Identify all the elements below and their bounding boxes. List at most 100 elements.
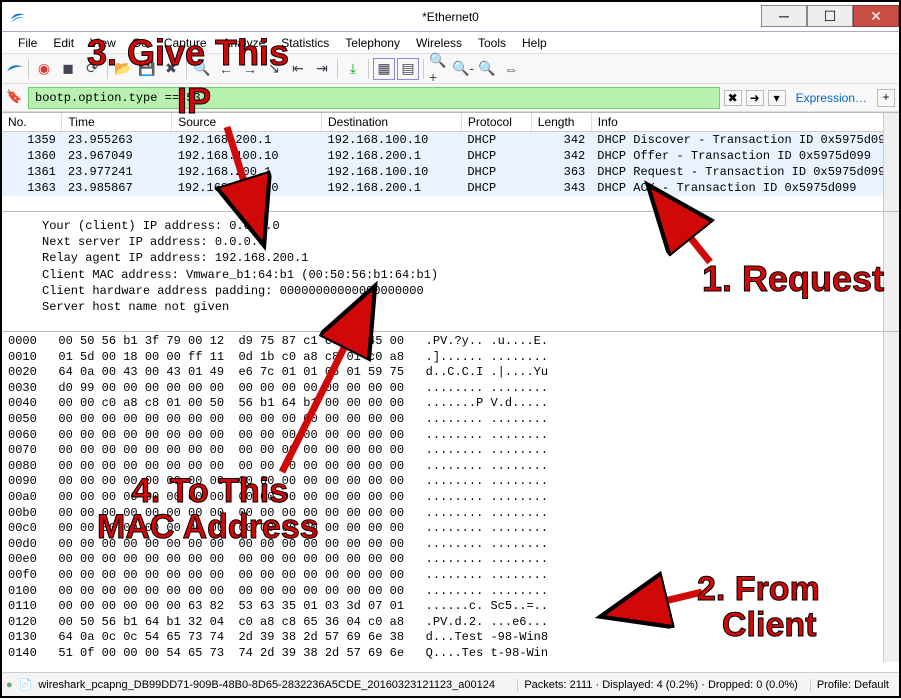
hex-row[interactable]: 0060 00 00 00 00 00 00 00 00 00 00 00 00… [8,428,893,444]
hex-row[interactable]: 0010 01 5d 00 18 00 00 ff 11 0d 1b c0 a8… [8,350,893,366]
hex-row[interactable]: 00d0 00 00 00 00 00 00 00 00 00 00 00 00… [8,537,893,553]
menu-capture[interactable]: Capture [156,34,215,52]
menu-tools[interactable]: Tools [470,34,514,52]
capture-file-props-icon[interactable]: 📄 [19,678,33,691]
packet-row[interactable]: 136023.967049192.168.100.10192.168.200.1… [2,148,899,164]
col-protocol[interactable]: Protocol [461,113,531,132]
hex-row[interactable]: 0110 00 00 00 00 00 00 63 82 53 63 35 01… [8,599,893,615]
packet-details-pane[interactable]: Your (client) IP address: 0.0.0.0 Next s… [2,212,899,332]
menu-help[interactable]: Help [514,34,555,52]
packet-cell: 192.168.200.1 [322,148,462,164]
hex-row[interactable]: 0090 00 00 00 00 00 00 00 00 00 00 00 00… [8,474,893,490]
packet-cell: 192.168.200.1 [172,132,322,149]
hex-row[interactable]: 0070 00 00 00 00 00 00 00 00 00 00 00 00… [8,443,893,459]
menu-analyze[interactable]: Analyze [215,34,274,52]
menu-telephony[interactable]: Telephony [337,34,408,52]
hex-row[interactable]: 00f0 00 00 00 00 00 00 00 00 00 00 00 00… [8,568,893,584]
hex-row[interactable]: 0020 64 0a 00 43 00 43 01 49 e6 7c 01 01… [8,365,893,381]
zoom-reset-button[interactable]: 🔍 [476,58,498,80]
expression-link[interactable]: Expression… [790,91,873,105]
hex-row[interactable]: 0080 00 00 00 00 00 00 00 00 00 00 00 00… [8,459,893,475]
go-to-button[interactable]: ↘ [263,58,285,80]
expert-info-icon[interactable]: ● [6,679,13,691]
packet-cell: DHCP ACK - Transaction ID 0x5975d099 [591,180,898,196]
add-filter-button[interactable]: + [877,89,895,107]
col-source[interactable]: Source [172,113,322,132]
restart-capture-button[interactable]: ⟳ [81,58,103,80]
find-button[interactable]: 🔍 [191,58,213,80]
hex-row[interactable]: 0150 38 3c 08 4d 53 46 54 20 35 2e 30 37… [8,661,893,662]
detail-line: Next server IP address: 0.0.0.0 [42,234,889,250]
menu-statistics[interactable]: Statistics [273,34,337,52]
col-info[interactable]: Info [591,113,898,132]
status-bar: ● 📄 wireshark_pcapng_DB99DD71-909B-48B0-… [2,672,899,696]
menu-view[interactable]: View [82,34,124,52]
col-no[interactable]: No. [2,113,62,132]
menu-file[interactable]: File [10,34,45,52]
hex-row[interactable]: 0130 64 0a 0c 0c 54 65 73 74 2d 39 38 2d… [8,630,893,646]
packet-cell: 1360 [2,148,62,164]
packet-cell: 1363 [2,180,62,196]
packet-row[interactable]: 136123.977241192.168.200.1192.168.100.10… [2,164,899,180]
clear-filter-icon[interactable]: ✖ [724,90,742,106]
maximize-button[interactable]: ☐ [807,5,853,27]
zoom-out-button[interactable]: 🔍- [452,58,474,80]
hex-row[interactable]: 0050 00 00 00 00 00 00 00 00 00 00 00 00… [8,412,893,428]
packet-row[interactable]: 135923.955263192.168.200.1192.168.100.10… [2,132,899,149]
bookmark-icon[interactable]: 🔖 [6,89,24,107]
hex-row[interactable]: 0040 00 00 c0 a8 c8 01 00 50 56 b1 64 b1… [8,396,893,412]
packet-cell: 23.967049 [62,148,172,164]
packet-cell: DHCP Offer - Transaction ID 0x5975d099 [591,148,898,164]
detail-line: Relay agent IP address: 192.168.200.1 [42,250,889,266]
forward-button[interactable]: → [239,58,261,80]
recent-filters-icon[interactable]: ▾ [768,90,786,106]
last-button[interactable]: ⇥ [311,58,333,80]
packet-cell: 192.168.100.10 [172,148,322,164]
first-button[interactable]: ⇤ [287,58,309,80]
display-filter-input[interactable] [28,87,720,109]
autoscroll-button[interactable]: ⤓ [342,58,364,80]
hex-row[interactable]: 00c0 00 00 00 00 00 00 00 00 00 00 00 00… [8,521,893,537]
hex-row[interactable]: 0000 00 50 56 b1 3f 79 00 12 d9 75 87 c1… [8,334,893,350]
packet-bytes-pane[interactable]: 0000 00 50 56 b1 3f 79 00 12 d9 75 87 c1… [2,332,899,662]
packet-cell: 192.168.200.1 [322,180,462,196]
hex-scrollbar[interactable] [883,332,899,662]
resize-cols-button[interactable]: ⇔ [500,58,522,80]
packet-list-scrollbar[interactable] [883,113,899,211]
colorize-button[interactable]: ▦ [373,58,395,80]
hex-row[interactable]: 00e0 00 00 00 00 00 00 00 00 00 00 00 00… [8,552,893,568]
hex-row[interactable]: 0120 00 50 56 b1 64 b1 32 04 c0 a8 c8 65… [8,615,893,631]
menu-wireless[interactable]: Wireless [408,34,470,52]
close-button[interactable]: ✕ [853,5,899,27]
detail-line: Your (client) IP address: 0.0.0.0 [42,218,889,234]
col-destination[interactable]: Destination [322,113,462,132]
status-file: wireshark_pcapng_DB99DD71-909B-48B0-8D65… [38,679,511,691]
col-time[interactable]: Time [62,113,172,132]
colorize2-button[interactable]: ▤ [397,58,419,80]
save-button[interactable]: 💾 [136,58,158,80]
hex-row[interactable]: 00a0 00 00 00 00 00 00 00 00 00 00 00 00… [8,490,893,506]
packet-cell: 192.168.200.1 [172,164,322,180]
apply-filter-icon[interactable]: ➜ [746,90,764,106]
menu-go[interactable]: Go [124,34,156,52]
menu-edit[interactable]: Edit [45,34,82,52]
hex-row[interactable]: 0140 51 0f 00 00 00 54 65 73 74 2d 39 38… [8,646,893,662]
minimize-button[interactable]: ─ [761,5,807,27]
zoom-in-button[interactable]: 🔍+ [428,58,450,80]
start-capture-button[interactable]: ◉ [33,58,55,80]
packet-list-pane[interactable]: No. Time Source Destination Protocol Len… [2,112,899,212]
details-scrollbar[interactable] [883,212,899,331]
packet-list-header[interactable]: No. Time Source Destination Protocol Len… [2,113,899,132]
hex-row[interactable]: 00b0 00 00 00 00 00 00 00 00 00 00 00 00… [8,506,893,522]
stop-capture-button[interactable]: ◼ [57,58,79,80]
close-file-button[interactable]: ✖ [160,58,182,80]
col-length[interactable]: Length [531,113,591,132]
hex-row[interactable]: 0100 00 00 00 00 00 00 00 00 00 00 00 00… [8,584,893,600]
packet-cell: 343 [531,180,591,196]
open-button[interactable]: 📂 [112,58,134,80]
back-button[interactable]: ← [215,58,237,80]
menu-bar: File Edit View Go Capture Analyze Statis… [2,32,899,54]
hex-row[interactable]: 0030 d0 99 00 00 00 00 00 00 00 00 00 00… [8,381,893,397]
packet-row[interactable]: 136323.985867192.168.100.10192.168.200.1… [2,180,899,196]
status-profile[interactable]: Profile: Default [810,679,895,691]
